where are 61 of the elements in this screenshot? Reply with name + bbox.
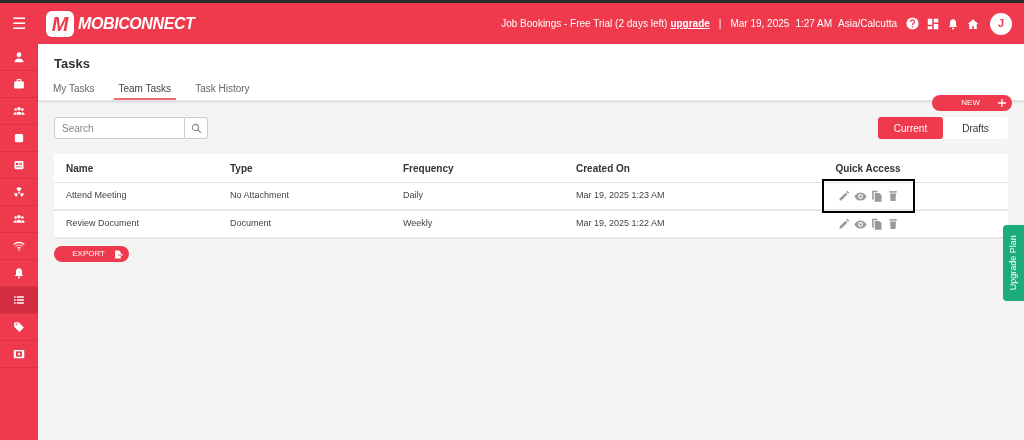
- tab[interactable]: Task History: [190, 78, 255, 100]
- table-cell-text: Mar 19, 2025 1:23 AM: [575, 189, 666, 203]
- search-button[interactable]: [185, 117, 208, 139]
- trash-icon[interactable]: [886, 190, 899, 202]
- brand-name: MOBICONNECT: [78, 13, 195, 34]
- briefcase-icon: [13, 78, 25, 90]
- media-icon: [13, 348, 25, 360]
- list-icon: [13, 294, 25, 306]
- table-cell-text: Daily: [402, 189, 424, 203]
- upgrade-link[interactable]: upgrade: [670, 16, 710, 31]
- table-cell-text: No Attachment: [229, 189, 291, 203]
- bell-icon: [13, 267, 25, 279]
- menu-button[interactable]: ☰: [0, 11, 38, 36]
- radiation-icon: [13, 186, 25, 198]
- home-icon[interactable]: [967, 17, 979, 30]
- table-cell-text: Mar 19, 2025 1:22 AM: [575, 217, 666, 231]
- eye-icon[interactable]: [853, 189, 867, 203]
- tab[interactable]: Team Tasks: [113, 78, 177, 100]
- sidebar-item[interactable]: [0, 287, 38, 314]
- export-button[interactable]: EXPORT: [54, 246, 129, 262]
- upgrade-plan-tab[interactable]: Upgrade Plan: [1003, 225, 1024, 301]
- time-text: 1:27 AM: [795, 17, 833, 31]
- avatar[interactable]: J: [990, 12, 1012, 35]
- table-cell-text: Document: [229, 217, 273, 231]
- plus-icon: [998, 99, 1006, 107]
- copy-icon[interactable]: [870, 218, 883, 230]
- dashboard-icon[interactable]: [927, 17, 939, 30]
- column-header: Created On: [575, 161, 631, 176]
- people-icon: [13, 213, 25, 225]
- edit-icon[interactable]: [837, 190, 850, 202]
- new-button[interactable]: NEW: [932, 95, 1012, 111]
- column-header: Frequency: [402, 161, 455, 176]
- table-cell-text: Attend Meeting: [65, 189, 128, 203]
- table-cell-text: Review Document: [65, 217, 141, 231]
- table-cell-text: Weekly: [402, 217, 434, 231]
- copy-icon[interactable]: [870, 190, 883, 202]
- separator: |: [718, 17, 722, 31]
- wifi-icon: [13, 240, 25, 252]
- newspaper-icon: [13, 159, 25, 171]
- tab[interactable]: My Tasks: [48, 78, 100, 100]
- search-icon: [190, 122, 202, 134]
- trash-icon[interactable]: [886, 218, 899, 230]
- column-header: Name: [65, 161, 95, 176]
- date-text: Mar 19, 2025: [730, 17, 790, 31]
- column-header: Quick Access: [834, 161, 902, 176]
- page-title: Tasks: [53, 55, 91, 73]
- trial-notice: Job Bookings - Free Trial (2 days left): [501, 17, 668, 31]
- notification-icon: [947, 17, 959, 30]
- people-icon: [13, 105, 25, 117]
- tag-icon: [13, 321, 25, 333]
- logo-mark: M: [46, 10, 74, 37]
- timezone-text: Asia/Calcutta: [838, 17, 897, 31]
- square-icon: [13, 132, 25, 144]
- column-header: Type: [229, 161, 254, 176]
- help-icon[interactable]: [906, 17, 919, 30]
- toggle-button[interactable]: Current: [878, 117, 943, 139]
- user-icon: [13, 51, 25, 63]
- export-file-icon: [114, 249, 123, 259]
- eye-icon[interactable]: [853, 217, 867, 231]
- search-field[interactable]: Search: [54, 117, 185, 139]
- edit-icon[interactable]: [837, 218, 850, 230]
